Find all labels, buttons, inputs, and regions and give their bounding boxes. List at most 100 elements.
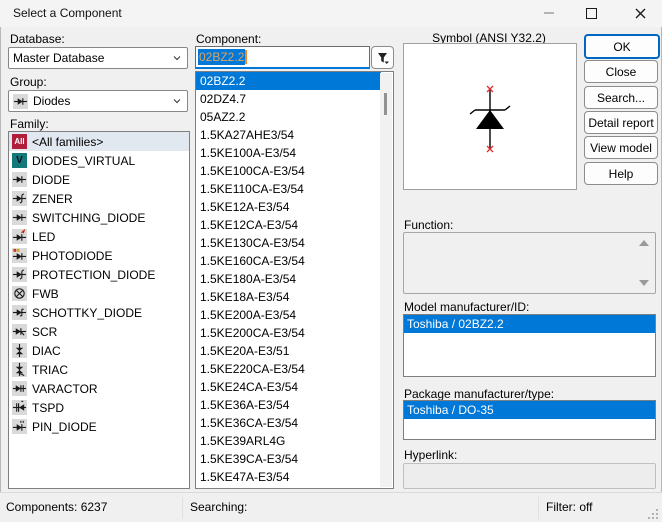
family-item-diac[interactable]: DIAC [9,341,189,360]
component-label: Component: [196,32,262,46]
component-input[interactable]: 02BZ2.2 [195,46,370,69]
family-item-switching-diode[interactable]: SWITCHING_DIODE [9,208,189,227]
component-item[interactable]: 05AZ2.2 [196,108,393,126]
database-label: Database: [10,32,65,46]
statusbar-filter-status: Filter: off [546,500,593,514]
statusbar-searching: Searching: [190,500,248,514]
search-button[interactable]: Search... [584,86,658,109]
component-item[interactable]: 02BZ2.2 [196,72,381,90]
component-item[interactable]: 1.5KE100A-E3/54 [196,144,393,162]
minimize-icon [544,12,554,14]
diode-icon [12,172,27,187]
component-item[interactable]: 1.5KE12CA-E3/54 [196,216,393,234]
scroll-up-icon[interactable] [639,240,649,246]
model-manufacturer-item[interactable]: Toshiba / 02BZ2.2 [404,315,655,333]
close-icon [635,8,645,18]
help-button[interactable]: Help [584,162,658,185]
diac-icon [12,343,27,358]
package-manufacturer-item[interactable]: Toshiba / DO-35 [404,401,655,419]
zener-diode-icon [12,191,27,206]
view-model-button[interactable]: View model [584,136,658,159]
scroll-down-icon[interactable] [639,280,649,286]
function-textarea[interactable] [403,232,656,294]
component-item[interactable]: 1.5KE24CA-E3/54 [196,378,393,396]
component-item[interactable]: 1.5KE180A-E3/54 [196,270,393,288]
window-title: Select a Component [13,6,122,20]
chevron-down-icon [173,99,181,104]
component-item[interactable]: 1.5KE36CA-E3/54 [196,414,393,432]
filter-button[interactable] [371,46,394,69]
protection-diode-icon [12,267,27,282]
virtual-diode-icon: V [12,153,27,168]
group-dropdown[interactable]: Diodes [8,90,188,112]
component-list-scrollbar[interactable] [380,73,392,487]
resize-grip[interactable] [656,517,658,519]
package-manufacturer-list: Toshiba / DO-35 [403,400,656,440]
statusbar-divider [538,497,539,519]
maximize-button[interactable] [571,0,611,26]
component-item[interactable]: 1.5KE110CA-E3/54 [196,180,393,198]
component-input-value: 02BZ2.2 [198,49,246,65]
model-manufacturer-label: Model manufacturer/ID: [404,300,530,314]
triac-icon [12,362,27,377]
pin-diode-icon [12,419,27,434]
component-item[interactable]: 1.5KE36A-E3/54 [196,396,393,414]
detail-report-button[interactable]: Detail report [584,111,658,134]
statusbar: Components: 6237 Searching: Filter: off [0,492,662,522]
switching-diode-icon [12,210,27,225]
component-item[interactable]: 1.5KE47A-E3/54 [196,468,393,486]
family-item-diode[interactable]: DIODE [9,170,189,189]
component-item[interactable]: 1.5KE200A-E3/54 [196,306,393,324]
statusbar-components-count: Components: 6237 [6,500,108,514]
full-wave-bridge-icon [12,286,27,301]
text-caret [245,50,248,64]
family-item-pin-diode[interactable]: PIN_DIODE [9,417,189,436]
hyperlink-input[interactable] [403,463,656,489]
component-item[interactable]: 1.5KE39CA-E3/54 [196,450,393,468]
ok-button[interactable]: OK [584,34,660,59]
family-list: All <All families> V DIODES_VIRTUAL DIOD… [8,131,190,489]
family-item-scr[interactable]: SCR [9,322,189,341]
family-item-triac[interactable]: TRIAC [9,360,189,379]
component-item[interactable]: 1.5KE220CA-E3/54 [196,360,393,378]
close-button[interactable] [620,0,660,26]
hyperlink-label: Hyperlink: [404,448,458,462]
family-item-zener[interactable]: ZENER [9,189,189,208]
symbol-preview [403,43,577,190]
family-item-varactor[interactable]: VARACTOR [9,379,189,398]
family-item-photodiode[interactable]: PHOTODIODE [9,246,189,265]
component-item[interactable]: 1.5KE100CA-E3/54 [196,162,393,180]
scr-icon [12,324,27,339]
family-item-fwb[interactable]: FWB [9,284,189,303]
component-item[interactable]: 1.5KE39ARL4G [196,432,393,450]
component-item[interactable]: 1.5KE160CA-E3/54 [196,252,393,270]
scrollbar-thumb[interactable] [384,93,387,115]
family-label: Family: [10,117,49,131]
component-item[interactable]: 02DZ4.7 [196,90,393,108]
component-item[interactable]: 1.5KE200CA-E3/54 [196,324,393,342]
database-dropdown[interactable]: Master Database [8,47,188,69]
close-dialog-button[interactable]: Close [584,60,658,83]
family-item-schottky-diode[interactable]: SCHOTTKY_DIODE [9,303,189,322]
component-item[interactable]: 1.5KE20A-E3/51 [196,342,393,360]
component-item[interactable]: 1.5KE130CA-E3/54 [196,234,393,252]
funnel-filter-icon [377,52,389,64]
family-item-all-families[interactable]: All <All families> [9,132,189,151]
family-item-protection-diode[interactable]: PROTECTION_DIODE [9,265,189,284]
zener-diode-symbol [469,85,511,153]
family-item-led[interactable]: LED [9,227,189,246]
component-item[interactable]: 1.5KA27AHE3/54 [196,126,393,144]
chevron-down-icon [173,56,181,61]
select-component-dialog: Select a Component Database: Master Data… [0,0,662,522]
varactor-icon [12,381,27,396]
family-item-tspd[interactable]: TSPD [9,398,189,417]
component-list: 02BZ2.2 02DZ4.7 05AZ2.2 1.5KA27AHE3/54 1… [195,71,394,489]
family-item-diodes-virtual[interactable]: V DIODES_VIRTUAL [9,151,189,170]
component-item[interactable]: 1.5KE12A-E3/54 [196,198,393,216]
minimize-button[interactable] [529,0,569,26]
group-value: Diodes [33,94,71,108]
maximize-icon [585,7,597,19]
schottky-diode-icon [12,305,27,320]
component-item[interactable]: 1.5KE18A-E3/54 [196,288,393,306]
statusbar-divider [182,497,183,519]
